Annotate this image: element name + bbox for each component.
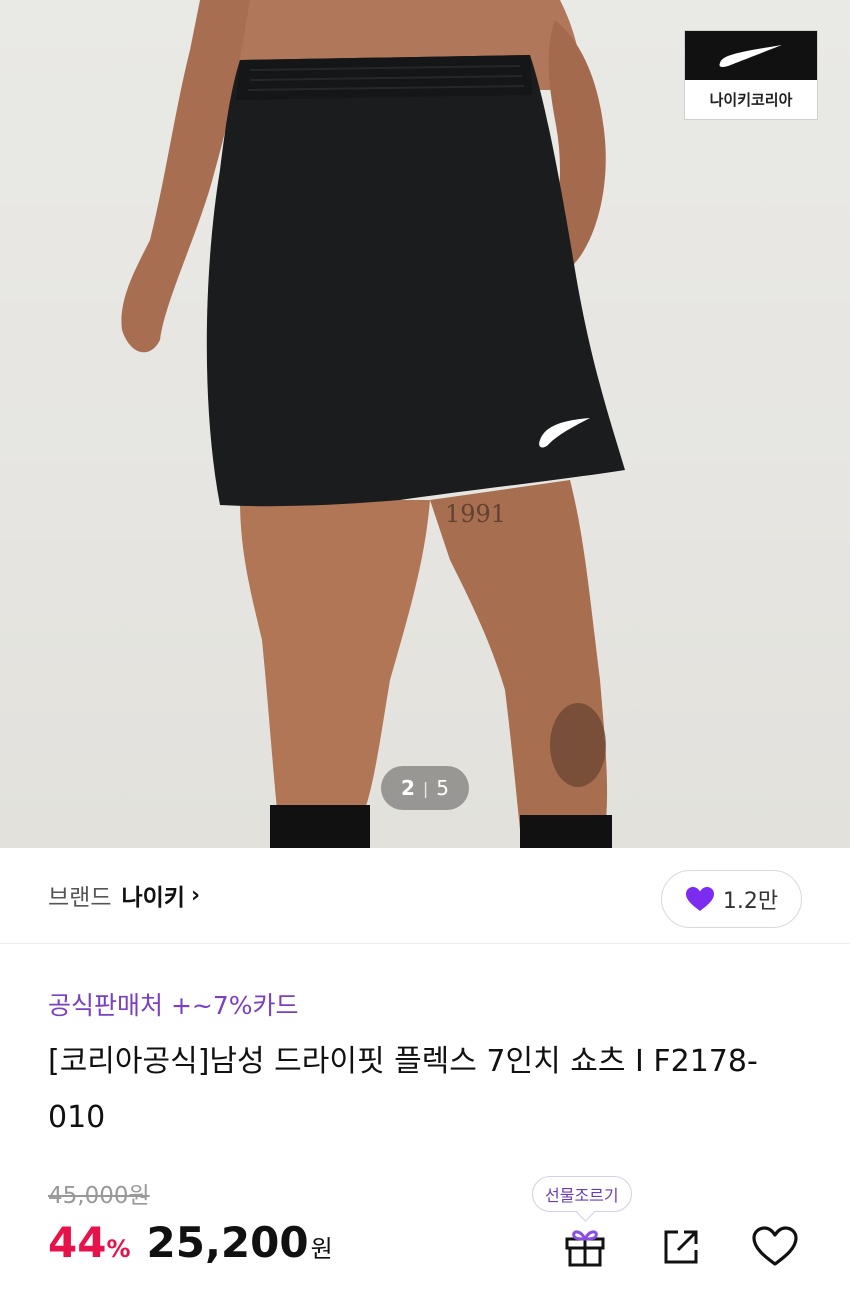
- share-icon: [664, 1230, 698, 1264]
- product-image-carousel[interactable]: 1991 나이키코리아 2 | 5: [0, 0, 850, 848]
- product-title: [코리아공식]남성 드라이핏 플렉스 7인치 쇼츠 I F2178-010: [48, 1044, 758, 1135]
- brand-badge-text: 나이키코리아: [709, 91, 793, 109]
- tattoo-text: 1991: [445, 500, 506, 528]
- like-count: 1.2만: [722, 889, 779, 914]
- currency-unit: 원: [310, 1235, 333, 1263]
- gift-button[interactable]: [562, 1224, 608, 1270]
- brand-like-button[interactable]: 1.2만: [661, 870, 802, 928]
- heart-filled-icon: [685, 887, 714, 911]
- brand-badge: 나이키코리아: [684, 30, 818, 120]
- discount-rate: 44: [48, 1218, 107, 1267]
- wishlist-button[interactable]: [750, 1224, 800, 1270]
- image-counter: 2 | 5: [381, 766, 469, 810]
- image-counter-current: 2: [400, 776, 415, 800]
- heart-outline-icon: [752, 1226, 798, 1266]
- sale-price: 25,200: [146, 1218, 309, 1267]
- brand-name: 나이키: [121, 885, 185, 911]
- promo-text: 공식판매처 +~7%카드: [48, 991, 299, 1020]
- discount-unit: %: [106, 1235, 131, 1263]
- gift-icon: [565, 1230, 605, 1267]
- brand-label: 브랜드: [48, 885, 112, 911]
- share-button[interactable]: [658, 1224, 704, 1270]
- brand-row: 브랜드 나이키 › 1.2만: [0, 848, 850, 944]
- image-counter-total: 5: [436, 776, 450, 800]
- image-counter-separator: |: [422, 778, 429, 798]
- price-row: 44 % 25,200 원: [48, 1218, 333, 1267]
- nike-logo-icon: [685, 31, 817, 80]
- brand-link[interactable]: 브랜드 나이키 ›: [48, 878, 200, 912]
- chevron-right-icon: ›: [190, 882, 201, 908]
- original-price: 45,000원: [48, 1183, 150, 1209]
- product-photo: 1991: [121, 0, 625, 848]
- gift-request-tooltip: 선물조르기: [532, 1176, 632, 1212]
